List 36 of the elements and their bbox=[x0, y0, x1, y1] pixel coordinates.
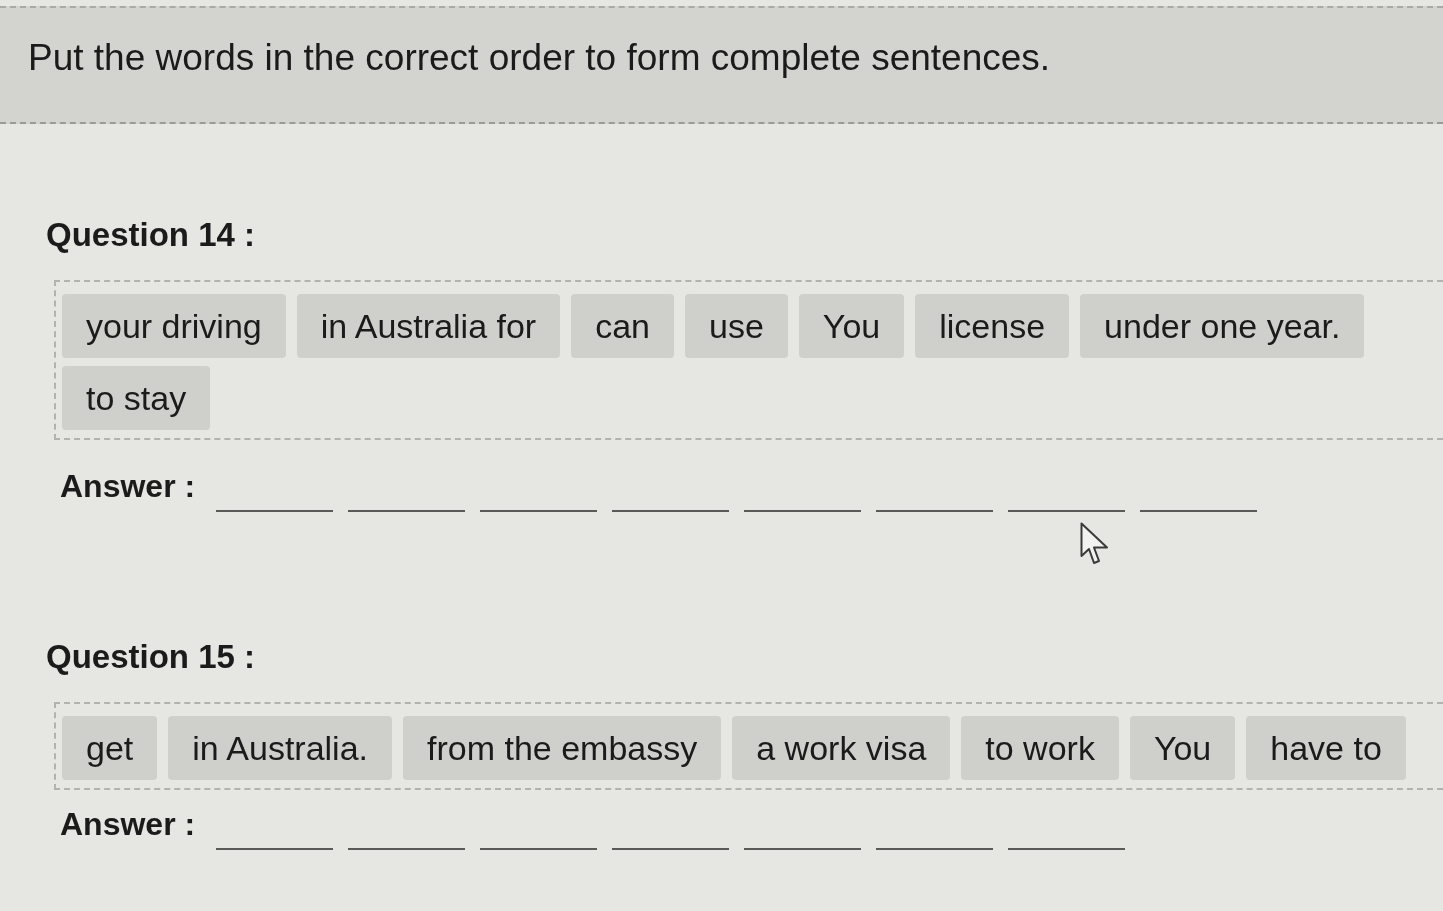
word-chip[interactable]: You bbox=[798, 294, 905, 358]
fill-in-line[interactable] bbox=[876, 510, 994, 512]
word-chip[interactable]: your driving bbox=[62, 294, 286, 358]
word-chip[interactable]: a work visa bbox=[732, 716, 951, 780]
fill-in-line[interactable] bbox=[1008, 510, 1126, 512]
word-chip[interactable]: in Australia. bbox=[168, 716, 393, 780]
fill-in-line[interactable] bbox=[744, 510, 862, 512]
fill-in-line[interactable] bbox=[744, 848, 862, 850]
fill-in-line[interactable] bbox=[216, 848, 334, 850]
fill-in-line[interactable] bbox=[612, 848, 730, 850]
fill-in-line[interactable] bbox=[876, 848, 994, 850]
question-title: Question 15 : bbox=[46, 638, 256, 676]
question-title: Question 14 : bbox=[46, 216, 256, 254]
fill-in-line[interactable] bbox=[1140, 510, 1258, 512]
fill-in-line[interactable] bbox=[480, 848, 598, 850]
fill-in-line[interactable] bbox=[216, 510, 334, 512]
mouse-pointer-icon bbox=[1080, 522, 1110, 566]
word-chip[interactable]: under one year. bbox=[1080, 294, 1365, 358]
word-chip[interactable]: in Australia for bbox=[296, 294, 561, 358]
word-chip[interactable]: to work bbox=[961, 716, 1119, 780]
word-chip[interactable]: have to bbox=[1246, 716, 1406, 780]
word-chip[interactable]: license bbox=[915, 294, 1070, 358]
answer-label: Answer : bbox=[60, 806, 196, 842]
answer-label: Answer : bbox=[60, 468, 196, 504]
word-chip[interactable]: You bbox=[1129, 716, 1236, 780]
word-chip[interactable]: get bbox=[62, 716, 158, 780]
word-chip[interactable]: from the embassy bbox=[403, 716, 722, 780]
fill-in-line[interactable] bbox=[348, 510, 466, 512]
word-chip[interactable]: use bbox=[685, 294, 788, 358]
instructions-text: Put the words in the correct order to form complete sentences. bbox=[28, 37, 1051, 79]
word-chip[interactable]: can bbox=[571, 294, 675, 358]
fill-in-line[interactable] bbox=[612, 510, 730, 512]
word-chip[interactable]: to stay bbox=[62, 366, 211, 430]
fill-in-line[interactable] bbox=[1008, 848, 1126, 850]
fill-in-line[interactable] bbox=[348, 848, 466, 850]
fill-in-line[interactable] bbox=[480, 510, 598, 512]
